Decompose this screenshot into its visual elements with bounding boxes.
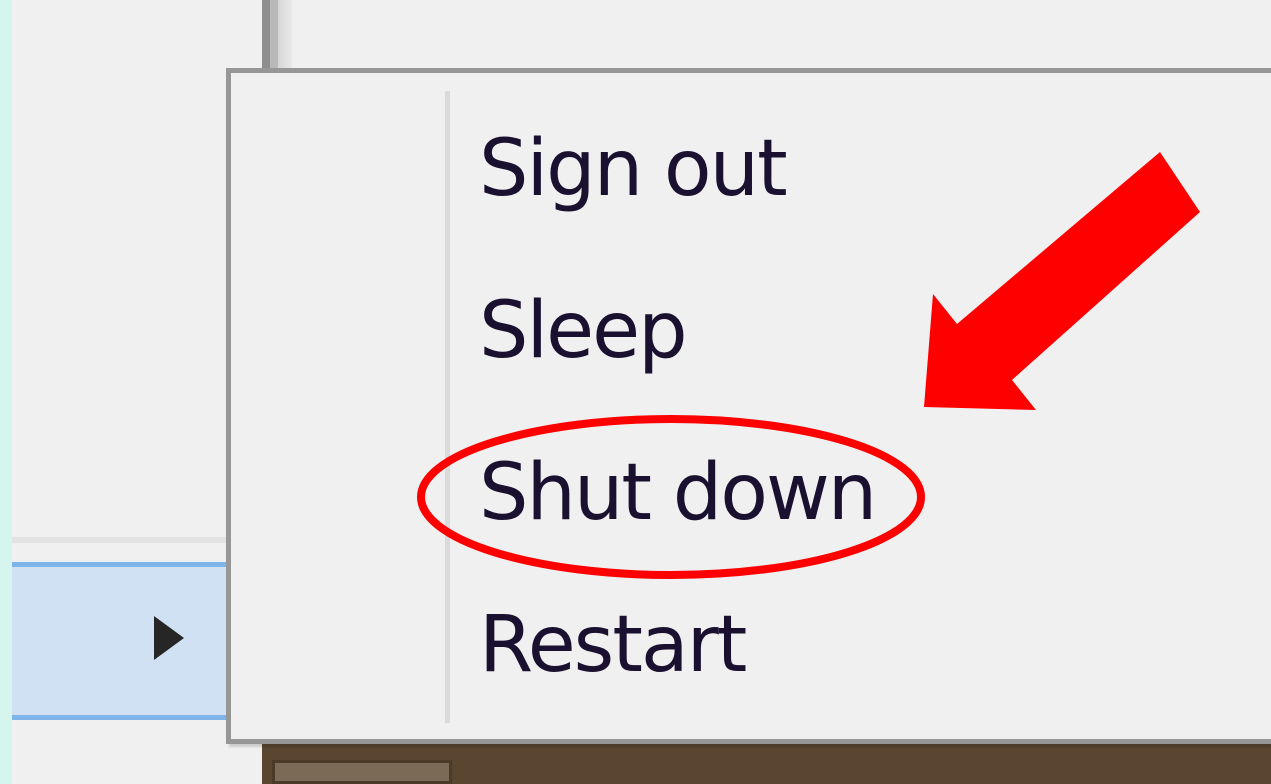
screenshot-stage: Sign out Sleep Shut down Restart — [0, 0, 1271, 784]
menu-item-sleep[interactable]: Sleep — [479, 261, 959, 401]
desktop-tile — [272, 760, 452, 784]
menu-item-sign-out[interactable]: Sign out — [479, 99, 959, 239]
menu-item-restart[interactable]: Restart — [479, 575, 959, 715]
power-submenu: Sign out Sleep Shut down Restart — [226, 68, 1271, 744]
submenu-separator — [445, 91, 450, 723]
background-window — [292, 0, 1271, 76]
submenu-arrow-icon[interactable] — [154, 616, 184, 660]
menu-item-shut-down[interactable]: Shut down — [479, 423, 959, 563]
